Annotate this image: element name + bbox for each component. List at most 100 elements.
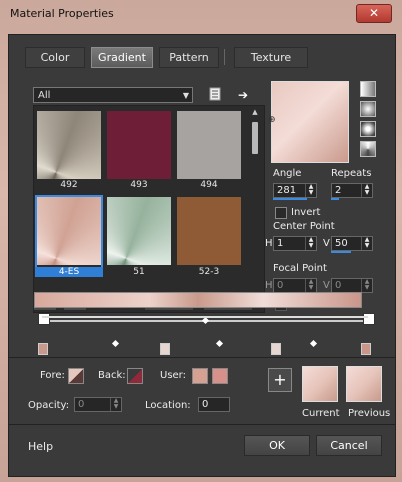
- user-swatch-1[interactable]: [192, 368, 208, 384]
- center-v-label: V: [323, 238, 330, 249]
- rectangular-style-icon[interactable]: [360, 101, 376, 117]
- tab-divider: [224, 49, 225, 65]
- color-stop-1[interactable]: [38, 343, 48, 355]
- opacity-stop-right[interactable]: [363, 313, 375, 325]
- linear-style-icon[interactable]: [360, 81, 376, 97]
- swatch-label: 52-3: [198, 267, 220, 277]
- location-label: Location:: [145, 400, 191, 411]
- add-to-swatches-button[interactable]: +: [268, 368, 292, 392]
- gradient-bar[interactable]: [34, 292, 362, 308]
- swatch-label: 51: [133, 267, 145, 277]
- focal-v-spinner[interactable]: 0 ▲ ▼: [331, 278, 373, 293]
- angle-label: Angle: [273, 168, 302, 179]
- opacity-midpoint[interactable]: [201, 316, 210, 325]
- document-icon[interactable]: [207, 87, 223, 103]
- user-swatch-2[interactable]: [212, 368, 228, 384]
- fore-label: Fore:: [40, 370, 65, 381]
- chevron-down-icon: ▼: [182, 91, 189, 100]
- separator: [9, 357, 395, 358]
- angle-spinner[interactable]: 281 ▲ ▼: [273, 183, 317, 198]
- arrow-right-icon[interactable]: ➔: [235, 87, 251, 103]
- repeats-label: Repeats: [331, 168, 372, 179]
- invert-checkbox[interactable]: [275, 207, 287, 219]
- category-select-value: All: [38, 90, 51, 101]
- center-v-spinner[interactable]: 50 ▲ ▼: [331, 236, 373, 251]
- gradient-preview[interactable]: ⊕: [268, 81, 349, 163]
- swatch-494[interactable]: [177, 111, 241, 179]
- crosshair-icon: ⊕: [268, 115, 276, 125]
- material-properties-window: Material Properties ✕ Color Gradient Pat…: [0, 0, 402, 482]
- repeats-spinner[interactable]: 2 ▲ ▼: [331, 183, 373, 198]
- current-preview[interactable]: [302, 366, 338, 402]
- tab-gradient[interactable]: Gradient: [91, 47, 153, 68]
- sunburst-style-icon[interactable]: [360, 141, 376, 157]
- center-h-spinner[interactable]: 1 ▲ ▼: [273, 236, 317, 251]
- spinner-arrows-icon[interactable]: ▲ ▼: [361, 237, 372, 250]
- user-label: User:: [160, 370, 186, 381]
- cancel-button[interactable]: Cancel: [316, 435, 382, 456]
- center-point-label: Center Point: [273, 221, 335, 232]
- repeats-slider[interactable]: [331, 198, 339, 200]
- window-title: Material Properties: [10, 7, 114, 20]
- focal-h-spinner[interactable]: 0 ▲ ▼: [273, 278, 317, 293]
- focal-point-label: Focal Point: [273, 263, 327, 274]
- swatch-492[interactable]: [37, 111, 101, 179]
- spinner-arrows-icon[interactable]: ▲ ▼: [361, 184, 372, 197]
- color-stop-3[interactable]: [271, 343, 281, 355]
- angle-value: 281: [277, 185, 297, 196]
- spinner-arrows-icon[interactable]: ▲ ▼: [361, 279, 372, 292]
- swatch-4-es[interactable]: [37, 197, 101, 265]
- tab-bar: Color Gradient Pattern Texture: [9, 35, 395, 77]
- tab-color[interactable]: Color: [25, 47, 85, 68]
- back-swatch[interactable]: [127, 368, 143, 384]
- swatch-label: 4-ES: [35, 267, 103, 277]
- tab-texture[interactable]: Texture: [234, 47, 308, 68]
- scrollbar-thumb[interactable]: [252, 122, 258, 154]
- opacity-value: 0: [78, 399, 85, 410]
- ok-button[interactable]: OK: [244, 435, 310, 456]
- swatch-scrollbar[interactable]: ▲ ▼: [250, 108, 260, 308]
- scroll-up-icon[interactable]: ▲: [250, 108, 260, 116]
- angle-slider[interactable]: [273, 198, 307, 200]
- plus-icon: +: [273, 370, 287, 389]
- focal-v-label: V: [323, 280, 330, 291]
- swatch-51[interactable]: [107, 197, 171, 265]
- gradient-swatch-list: 492 493 494 4-ES 51 52-3 ▲ ▼: [33, 105, 265, 313]
- previous-preview[interactable]: [346, 366, 382, 402]
- focal-h-label: H: [265, 280, 273, 291]
- spinner-arrows-icon[interactable]: ▲ ▼: [305, 237, 316, 250]
- close-icon: ✕: [368, 6, 380, 20]
- swatch-label: 492: [60, 180, 78, 190]
- fore-swatch[interactable]: [68, 368, 84, 384]
- opacity-label: Opacity:: [28, 400, 70, 411]
- separator: [9, 424, 395, 425]
- focal-v-value: 0: [335, 280, 342, 291]
- previous-label: Previous: [348, 408, 391, 419]
- location-field[interactable]: 0: [198, 397, 230, 412]
- spinner-arrows-icon[interactable]: ▲ ▼: [305, 184, 316, 197]
- category-select[interactable]: All ▼: [33, 87, 193, 103]
- spinner-arrows-icon[interactable]: ▲ ▼: [110, 398, 121, 411]
- tab-pattern[interactable]: Pattern: [159, 47, 219, 68]
- spinner-arrows-icon[interactable]: ▲ ▼: [305, 279, 316, 292]
- close-button[interactable]: ✕: [356, 4, 392, 23]
- center-h-value: 1: [277, 238, 284, 249]
- swatch-label: 493: [130, 180, 148, 190]
- opacity-spinner[interactable]: 0 ▲ ▼: [74, 397, 122, 412]
- location-value: 0: [202, 399, 209, 410]
- center-v-value: 50: [335, 238, 348, 249]
- swatch-52-3[interactable]: [177, 197, 241, 265]
- center-v-slider[interactable]: [331, 251, 351, 253]
- back-label: Back:: [98, 370, 126, 381]
- opacity-stop-left[interactable]: [38, 313, 50, 325]
- repeats-value: 2: [335, 185, 342, 196]
- help-link[interactable]: Help: [28, 440, 53, 453]
- center-h-label: H: [265, 238, 273, 249]
- color-stop-2[interactable]: [160, 343, 170, 355]
- radial-style-icon[interactable]: [360, 121, 376, 137]
- title-bar: Material Properties ✕: [0, 0, 402, 26]
- swatch-493[interactable]: [107, 111, 171, 179]
- focal-h-value: 0: [277, 280, 284, 291]
- color-stop-4[interactable]: [361, 343, 371, 355]
- invert-label: Invert: [291, 207, 321, 218]
